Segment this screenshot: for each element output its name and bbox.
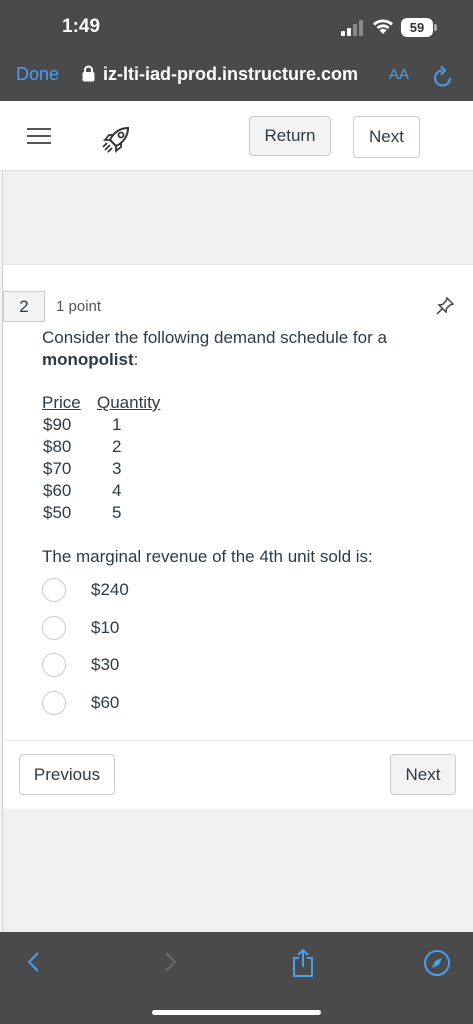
question-number: 2: [3, 291, 45, 322]
url-text[interactable]: iz-lti-iad-prod.instructure.com: [103, 64, 358, 85]
home-indicator: [152, 1010, 321, 1015]
text-size-button[interactable]: AA: [389, 66, 409, 83]
quantity-cell: 3: [112, 459, 122, 478]
browser-url-bar: Done iz-lti-iad-prod.instructure.com AA: [0, 56, 473, 101]
price-header: Price: [42, 393, 81, 412]
lock-icon: [82, 65, 95, 82]
price-cell: $70: [43, 459, 72, 478]
radio-button[interactable]: [42, 653, 66, 677]
reload-icon[interactable]: [432, 64, 454, 88]
price-cell: $80: [43, 437, 72, 456]
battery-nub: [434, 24, 437, 31]
quantity-header: Quantity: [97, 393, 161, 412]
content-background-top: [2, 172, 473, 264]
price-cell: $50: [43, 503, 72, 522]
radio-button[interactable]: [42, 691, 66, 715]
divider: [3, 740, 473, 741]
next-button-bottom[interactable]: Next: [390, 754, 456, 795]
price-cell: $90: [43, 415, 72, 434]
answer-label[interactable]: $60: [91, 693, 119, 713]
quantity-cell: 2: [112, 437, 122, 456]
menu-icon[interactable]: [27, 128, 51, 146]
answer-choice[interactable]: $60: [42, 690, 342, 716]
question-prompt: Consider the following demand schedule f…: [42, 327, 442, 371]
quantity-cell: 1: [112, 415, 122, 434]
previous-button[interactable]: Previous: [19, 754, 115, 795]
answer-choice[interactable]: $240: [42, 577, 342, 603]
quantity-cell: 4: [112, 481, 122, 500]
radio-button[interactable]: [42, 578, 66, 602]
next-button-top[interactable]: Next: [353, 116, 420, 158]
question-points: 1 point: [56, 298, 102, 315]
answer-label[interactable]: $30: [91, 655, 119, 675]
quantity-cell: 5: [112, 503, 122, 522]
price-cell: $60: [43, 481, 72, 500]
share-icon[interactable]: [290, 948, 316, 978]
done-button[interactable]: Done: [16, 64, 59, 85]
cellular-signal-icon: [341, 20, 363, 36]
browser-toolbar: [0, 932, 473, 1024]
prompt-bold-text: monopolist: [42, 350, 134, 369]
forward-icon[interactable]: [160, 950, 180, 974]
status-bar: 1:49 59: [0, 0, 473, 56]
wifi-icon: [373, 19, 393, 34]
sub-prompt: The marginal revenue of the 4th unit sol…: [42, 547, 373, 566]
battery-indicator: 59: [401, 18, 433, 37]
quiz-nav-bar: Return Next: [0, 101, 473, 171]
clock: 1:49: [62, 16, 101, 37]
compass-icon[interactable]: [423, 949, 451, 977]
answer-label[interactable]: $10: [91, 618, 119, 638]
question-card: 2 1 point Consider the following demand …: [2, 264, 473, 809]
content-background-bottom: [2, 809, 473, 932]
answer-choice[interactable]: $30: [42, 652, 342, 678]
rocket-icon[interactable]: [100, 123, 134, 157]
back-icon[interactable]: [24, 950, 44, 974]
answer-label[interactable]: $240: [91, 580, 129, 600]
pin-icon[interactable]: [435, 296, 455, 316]
prompt-text: Consider the following demand schedule f…: [42, 328, 387, 347]
prompt-end-text: :: [133, 350, 139, 369]
return-button[interactable]: Return: [249, 116, 331, 156]
answer-choice[interactable]: $10: [42, 615, 342, 641]
radio-button[interactable]: [42, 616, 66, 640]
